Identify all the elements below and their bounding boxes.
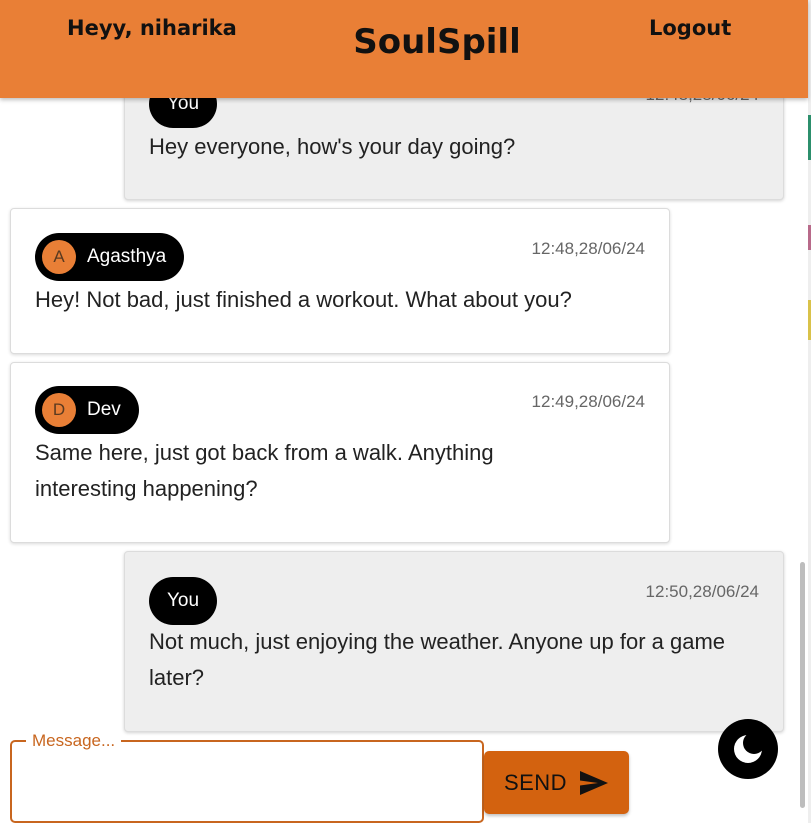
- message-text: Hey! Not bad, just finished a workout. W…: [35, 287, 572, 312]
- message-card: D Dev 12:49,28/06/24 Same here, just got…: [10, 362, 670, 543]
- sender-chip: D Dev: [35, 386, 139, 434]
- send-button-label: SEND: [503, 769, 568, 795]
- theme-toggle-button[interactable]: [718, 719, 778, 779]
- message-text: Same here, just got back from a walk. An…: [35, 440, 494, 501]
- message-timestamp: 12:48,28/06/24: [531, 239, 645, 258]
- message-timestamp: 12:49,28/06/24: [531, 392, 645, 411]
- send-button[interactable]: SEND: [484, 751, 629, 814]
- moon-icon: [734, 732, 765, 763]
- sender-name: Dev: [87, 399, 121, 420]
- send-icon: [580, 770, 609, 795]
- sender-name: You: [167, 590, 200, 611]
- chat-scrollbar[interactable]: [800, 562, 805, 808]
- avatar: D: [42, 393, 76, 427]
- sender-chip: You: [149, 577, 218, 625]
- message-timestamp: 12:50,28/06/24: [645, 582, 759, 601]
- message-text: Hey everyone, how's your day going?: [149, 134, 516, 159]
- message-field-label: Message...: [26, 731, 122, 751]
- message-card: A Agasthya 12:48,28/06/24 Hey! Not bad, …: [10, 208, 670, 354]
- sender-name: Agasthya: [87, 246, 167, 267]
- app-header: Heyy, niharika SoulSpill Logout: [0, 0, 808, 98]
- avatar: A: [42, 240, 76, 274]
- logout-button[interactable]: Logout: [649, 16, 731, 40]
- message-field[interactable]: Message...: [10, 731, 484, 823]
- message-text: Not much, just enjoying the weather. Any…: [149, 629, 726, 690]
- message-card: You 12:50,28/06/24 Not much, just enjoyi…: [124, 551, 784, 732]
- message-input[interactable]: [20, 756, 474, 820]
- sender-chip: A Agasthya: [35, 233, 185, 281]
